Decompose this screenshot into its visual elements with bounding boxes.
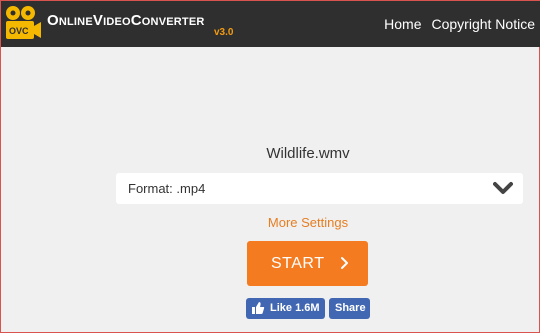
page-frame: OVC OnlineVideoConverter v3.0 Home Copyr…: [0, 0, 540, 333]
start-button[interactable]: START: [247, 241, 368, 286]
more-settings-link[interactable]: More Settings: [1, 215, 540, 230]
nav-home-link[interactable]: Home: [384, 16, 421, 32]
facebook-like-label: Like 1.6M: [270, 302, 320, 314]
logo-text[interactable]: OnlineVideoConverter: [47, 12, 205, 29]
header-bar: OVC OnlineVideoConverter v3.0 Home Copyr…: [1, 1, 540, 47]
chevron-right-icon: [341, 257, 348, 269]
facebook-share-label: Share: [335, 302, 366, 314]
start-button-label: START: [271, 255, 325, 272]
file-name: Wildlife.wmv: [266, 145, 350, 162]
chevron-down-icon: [493, 182, 513, 194]
film-camera-logo-icon[interactable]: OVC: [4, 5, 42, 43]
top-nav: Home Copyright Notice: [384, 16, 535, 32]
logo-badge-text: OVC: [9, 26, 29, 36]
format-select[interactable]: Format: .mp4: [116, 173, 523, 204]
facebook-share-button[interactable]: Share: [329, 298, 370, 319]
format-select-value: Format: .mp4: [128, 181, 206, 196]
logo-title: OnlineVideoConverter: [47, 12, 205, 29]
logo-version: v3.0: [214, 27, 234, 38]
facebook-like-button[interactable]: Like 1.6M: [246, 298, 325, 319]
nav-copyright-link[interactable]: Copyright Notice: [432, 16, 536, 32]
thumbs-up-icon: [252, 302, 265, 314]
